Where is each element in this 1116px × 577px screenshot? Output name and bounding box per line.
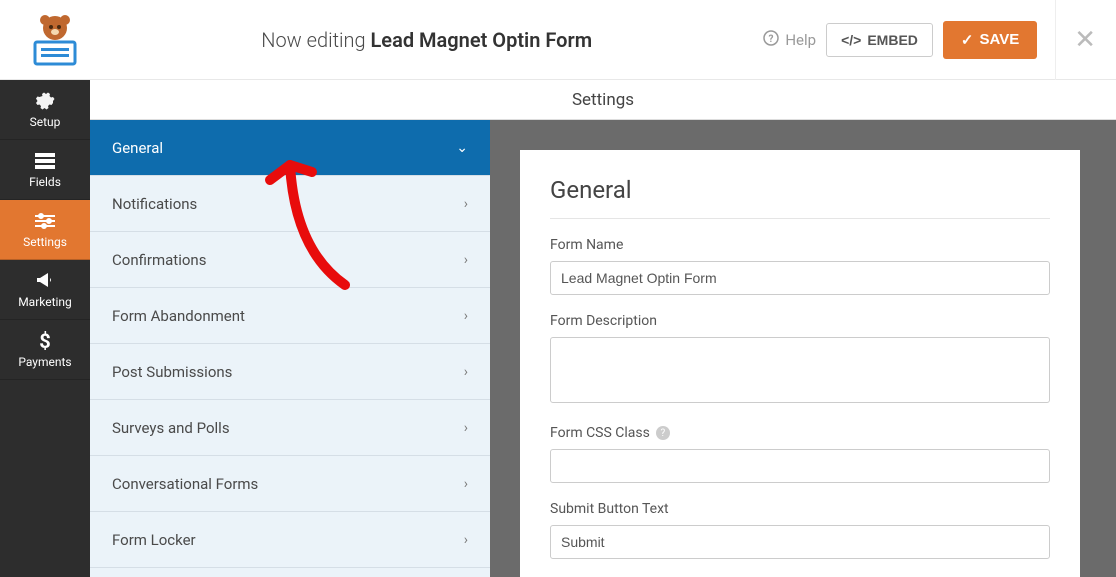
- embed-button[interactable]: </> EMBED: [826, 23, 933, 57]
- chevron-right-icon: ›: [464, 420, 468, 436]
- nav-settings[interactable]: Settings: [0, 200, 90, 260]
- css-class-label-text: Form CSS Class: [550, 425, 650, 441]
- nav-label: Payments: [18, 355, 71, 369]
- sliders-icon: [35, 211, 55, 231]
- nav-fields[interactable]: Fields: [0, 140, 90, 200]
- settings-item-form-abandonment[interactable]: Form Abandonment ›: [90, 288, 490, 344]
- general-settings-card: General Form Name Form Description Form …: [520, 150, 1080, 577]
- svg-text:$: $: [39, 331, 50, 351]
- menu-label: Confirmations: [112, 251, 206, 269]
- nav-payments[interactable]: $ Payments: [0, 320, 90, 380]
- menu-label: Surveys and Polls: [112, 419, 230, 437]
- settings-item-notifications[interactable]: Notifications ›: [90, 176, 490, 232]
- nav-label: Settings: [23, 235, 67, 249]
- main-area: Setup Fields Settings Marketing $ Paymen…: [0, 80, 1116, 577]
- gear-icon: [35, 91, 55, 111]
- panel-heading: General: [550, 176, 1050, 219]
- top-bar: Now editing Lead Magnet Optin Form ? Hel…: [0, 0, 1116, 80]
- content-body: General ⌄ Notifications › Confirmations …: [90, 120, 1116, 577]
- menu-label: Form Abandonment: [112, 307, 245, 325]
- list-icon: [35, 151, 55, 171]
- submit-text-label: Submit Button Text: [550, 501, 1050, 517]
- wpforms-logo: [27, 12, 83, 68]
- settings-menu: General ⌄ Notifications › Confirmations …: [90, 120, 490, 577]
- help-tooltip-icon[interactable]: ?: [656, 426, 670, 440]
- submit-text-input[interactable]: [550, 525, 1050, 559]
- menu-label: Post Submissions: [112, 363, 232, 381]
- nav-label: Setup: [30, 115, 61, 129]
- chevron-right-icon: ›: [464, 196, 468, 212]
- chevron-right-icon: ›: [464, 252, 468, 268]
- settings-item-confirmations[interactable]: Confirmations ›: [90, 232, 490, 288]
- chevron-right-icon: ›: [464, 476, 468, 492]
- menu-label: Form Locker: [112, 531, 196, 549]
- css-class-label: Form CSS Class ?: [550, 425, 1050, 441]
- settings-item-post-submissions[interactable]: Post Submissions ›: [90, 344, 490, 400]
- content-header: Settings: [90, 80, 1116, 120]
- settings-item-general[interactable]: General ⌄: [90, 120, 490, 176]
- settings-item-conversational[interactable]: Conversational Forms ›: [90, 456, 490, 512]
- help-link[interactable]: ? Help: [763, 30, 816, 50]
- save-label: SAVE: [979, 31, 1019, 48]
- menu-label: Notifications: [112, 195, 197, 213]
- chevron-right-icon: ›: [464, 532, 468, 548]
- settings-item-form-locker[interactable]: Form Locker ›: [90, 512, 490, 568]
- form-name-group: Form Name: [550, 237, 1050, 295]
- code-icon: </>: [841, 32, 861, 48]
- form-desc-label: Form Description: [550, 313, 1050, 329]
- editing-prefix: Now editing: [261, 28, 370, 52]
- form-title: Lead Magnet Optin Form: [371, 28, 593, 52]
- chevron-right-icon: ›: [464, 364, 468, 380]
- nav-marketing[interactable]: Marketing: [0, 260, 90, 320]
- top-controls: ? Help </> EMBED ✓ SAVE: [763, 21, 1037, 59]
- nav-setup[interactable]: Setup: [0, 80, 90, 140]
- megaphone-icon: [35, 271, 55, 291]
- form-desc-group: Form Description: [550, 313, 1050, 407]
- logo-area: [20, 12, 90, 68]
- close-button[interactable]: ✕: [1055, 0, 1096, 80]
- form-name-input[interactable]: [550, 261, 1050, 295]
- form-name-label: Form Name: [550, 237, 1050, 253]
- help-label: Help: [785, 31, 816, 49]
- css-class-input[interactable]: [550, 449, 1050, 483]
- chevron-right-icon: ›: [464, 308, 468, 324]
- check-icon: ✓: [961, 31, 974, 49]
- embed-label: EMBED: [867, 32, 918, 48]
- nav-label: Marketing: [18, 295, 72, 309]
- form-desc-input[interactable]: [550, 337, 1050, 403]
- close-icon: ✕: [1074, 25, 1096, 55]
- save-button[interactable]: ✓ SAVE: [943, 21, 1037, 59]
- settings-item-surveys-polls[interactable]: Surveys and Polls ›: [90, 400, 490, 456]
- form-panel: General Form Name Form Description Form …: [490, 120, 1116, 577]
- help-icon: ?: [763, 30, 779, 50]
- nav-label: Fields: [29, 175, 61, 189]
- submit-text-group: Submit Button Text: [550, 501, 1050, 559]
- dollar-icon: $: [35, 331, 55, 351]
- css-class-group: Form CSS Class ?: [550, 425, 1050, 483]
- left-nav: Setup Fields Settings Marketing $ Paymen…: [0, 80, 90, 577]
- content-zone: Settings General ⌄ Notifications › Confi…: [90, 80, 1116, 577]
- svg-text:?: ?: [769, 34, 774, 45]
- menu-label: Conversational Forms: [112, 475, 258, 493]
- editing-title: Now editing Lead Magnet Optin Form: [90, 28, 763, 52]
- menu-label: General: [112, 139, 163, 157]
- chevron-down-icon: ⌄: [456, 140, 468, 156]
- content-title: Settings: [572, 90, 634, 110]
